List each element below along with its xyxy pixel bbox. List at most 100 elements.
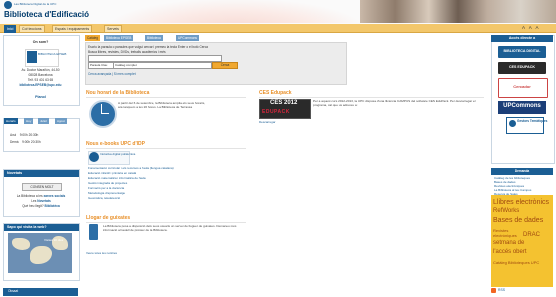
tag-refworks[interactable]: RefWorks [493, 208, 519, 214]
idp-logo-text: Iniciativa digital politècnica [100, 152, 136, 156]
ces-title[interactable]: CES Edupack [259, 90, 292, 96]
advanced-search-link[interactable]: Cerca avançada | Si mes complet [88, 72, 136, 76]
map-land [12, 238, 30, 250]
search-tab-epseb[interactable]: Biblioteca EPSEB [104, 35, 134, 41]
hours-tab-horaris[interactable]: Horaris [4, 118, 18, 124]
lending-icon [89, 224, 98, 240]
direct-access-title: Accés directe a [491, 35, 553, 42]
map-caption: Visites 30 dies [44, 238, 64, 242]
search-tab-biblioteca[interactable]: Biblioteca [145, 35, 163, 41]
tag-electronic[interactable]: electròniques [493, 233, 517, 238]
novetats-link[interactable]: Novetats [37, 199, 50, 203]
ces-banner-title: CES 2012 [270, 100, 298, 106]
header-subtitle: Las Biblioteca Digital de la UPC [14, 2, 57, 6]
news-text: La Biblioteca a les [16, 194, 43, 198]
search-input[interactable] [88, 55, 222, 62]
search-engine-label: Cercador [513, 84, 531, 89]
ebook-item[interactable]: Educació infantil i primària en català [88, 171, 136, 175]
hours-tab-hoy[interactable]: Hoy [24, 118, 34, 124]
library-logo-text: BIBLIOTECA EPSEB [38, 52, 67, 56]
hours-row: Avui 9:00h 20:30h [10, 133, 38, 137]
idp-logo-icon [89, 152, 99, 162]
ces-edupack-label: CES EDUPACK [509, 65, 535, 69]
rss-icon[interactable] [491, 288, 496, 293]
news-text: Què heu llegit? [22, 204, 44, 208]
header-photo [360, 0, 556, 23]
news-box: Novetats [3, 169, 80, 217]
plano-link[interactable]: Planol [5, 95, 76, 99]
search-hint: Busca llibres, revistes, DVDs, treballs … [88, 50, 166, 54]
search-field-select[interactable]: Paraula Clau [88, 62, 114, 69]
biblioteca-link[interactable]: Bibliotèca [45, 204, 60, 208]
menu-item-colleccions[interactable]: Col·leccions [19, 25, 45, 33]
contact-phone: Telf. 93 401 63 65 [27, 78, 54, 82]
news-line: Les Novetats [6, 199, 76, 203]
divider [86, 148, 246, 149]
menu-item-inici[interactable]: Inici [4, 25, 17, 33]
divider [86, 97, 246, 98]
tag-week[interactable]: setmana de [493, 240, 524, 246]
ces-download-link[interactable]: Descarregar [259, 120, 276, 124]
upcommons-label: UPCommons [503, 103, 541, 109]
contact-address: Av. Doctor Marañón, 44-50 [21, 68, 60, 72]
guides-icon [509, 120, 516, 127]
lending-text: La Biblioteca posa a disposició dels seu… [103, 224, 237, 232]
hours-time: 9:00h 20:30h [22, 140, 41, 144]
contact-title: On som? [32, 40, 49, 44]
lending-title[interactable]: Llogar de guixates [86, 215, 130, 221]
consult-button[interactable]: CONSEN MOLT [22, 183, 62, 191]
header-decoration [110, 0, 360, 23]
bottom-widget-label: Oksaat [8, 289, 19, 293]
news-title: Novetats [4, 170, 79, 177]
tag-databases[interactable]: Bases de dades [493, 217, 543, 224]
hours-time: 9:00h 20:30h [19, 133, 39, 137]
news-line: Què heu llegit? Bibliotèca [6, 204, 76, 208]
ces-banner-subtitle: EDUPACK [262, 109, 290, 115]
divider [259, 97, 484, 98]
site-title[interactable]: Biblioteca d'Edificació [4, 10, 89, 19]
hours-day: Demà [10, 140, 19, 144]
tag-catalog[interactable]: Catàleg Biblioteques UPC [493, 260, 551, 265]
library-logo-icon [27, 51, 37, 63]
tag-drac[interactable]: DRAC [523, 232, 540, 238]
ebook-item[interactable]: Formació per a la docència [88, 186, 124, 190]
divider [86, 222, 246, 223]
hours-row: Demà 9:00h 20:30h [10, 140, 41, 144]
font-size-control[interactable]: A A A [522, 25, 540, 30]
ebooks-title[interactable]: Nous e-books UPC d'IDP [86, 141, 145, 147]
ebook-item[interactable]: Fonamentació curricular i els recursos a… [88, 166, 174, 170]
ebook-item[interactable]: Geomàtica, teledetecció [88, 196, 120, 200]
search-scope-select[interactable]: Catàleg complet [113, 62, 212, 69]
news-text: Les [31, 199, 37, 203]
tag-ebooks[interactable]: Llibres electrònics [493, 199, 549, 206]
hours-news-text: A partir del 6 de setembre, la Bibliotec… [118, 101, 206, 109]
all-news-link[interactable]: Veure totes les notícies [86, 251, 117, 255]
ebook-item[interactable]: Educació matemàtica i informàtica de l'a… [88, 176, 146, 180]
hours-tab-juliol[interactable]: Juliol [38, 118, 49, 124]
search-button[interactable]: Cerca [212, 62, 238, 69]
menu-item-espais[interactable]: Espais i equipaments [52, 25, 93, 33]
search-tab-cataleg[interactable]: Catàleg [85, 35, 100, 41]
search-tab-upcommons[interactable]: UPCommons [176, 35, 199, 41]
rss-link[interactable]: RSS [498, 288, 505, 292]
search-intro: Escriu la paraula o paraules que vulgui … [88, 45, 208, 49]
contact-email[interactable]: biblioteca.EPSEB@upc.edu [5, 83, 76, 87]
hours-news-title[interactable]: Nou horari de la Biblioteca [86, 90, 149, 96]
menu-item-serveis[interactable]: Serveis [104, 25, 122, 33]
hours-day: Avui [10, 133, 17, 137]
demands-title: Demanda [491, 168, 553, 175]
clock-hand [101, 113, 109, 114]
ces-text: Per a aquest curs 2012-2013, la UPC disp… [313, 99, 476, 107]
news-line: La Biblioteca a les xarxes socials [6, 194, 76, 198]
visits-title: Sapo qui visita la web? [4, 224, 79, 231]
hours-tab-agost[interactable]: Agost [55, 118, 67, 124]
contact-city: 08028 Barcelona [28, 73, 53, 77]
digital-library-label: BIBLIOTECA DIGITAL [503, 49, 541, 53]
upc-logo-icon[interactable] [4, 1, 12, 9]
tag-open-access[interactable]: l'accés obert [493, 249, 527, 255]
ebook-item[interactable]: Gestió integrada de projectes [88, 181, 127, 185]
clock-icon [89, 100, 117, 128]
thematic-guides-label: Gestors Temàtiques [517, 119, 548, 123]
social-link[interactable]: xarxes socials [43, 194, 65, 198]
ebook-item[interactable]: Metodologia d'aprenentatge [88, 191, 125, 195]
